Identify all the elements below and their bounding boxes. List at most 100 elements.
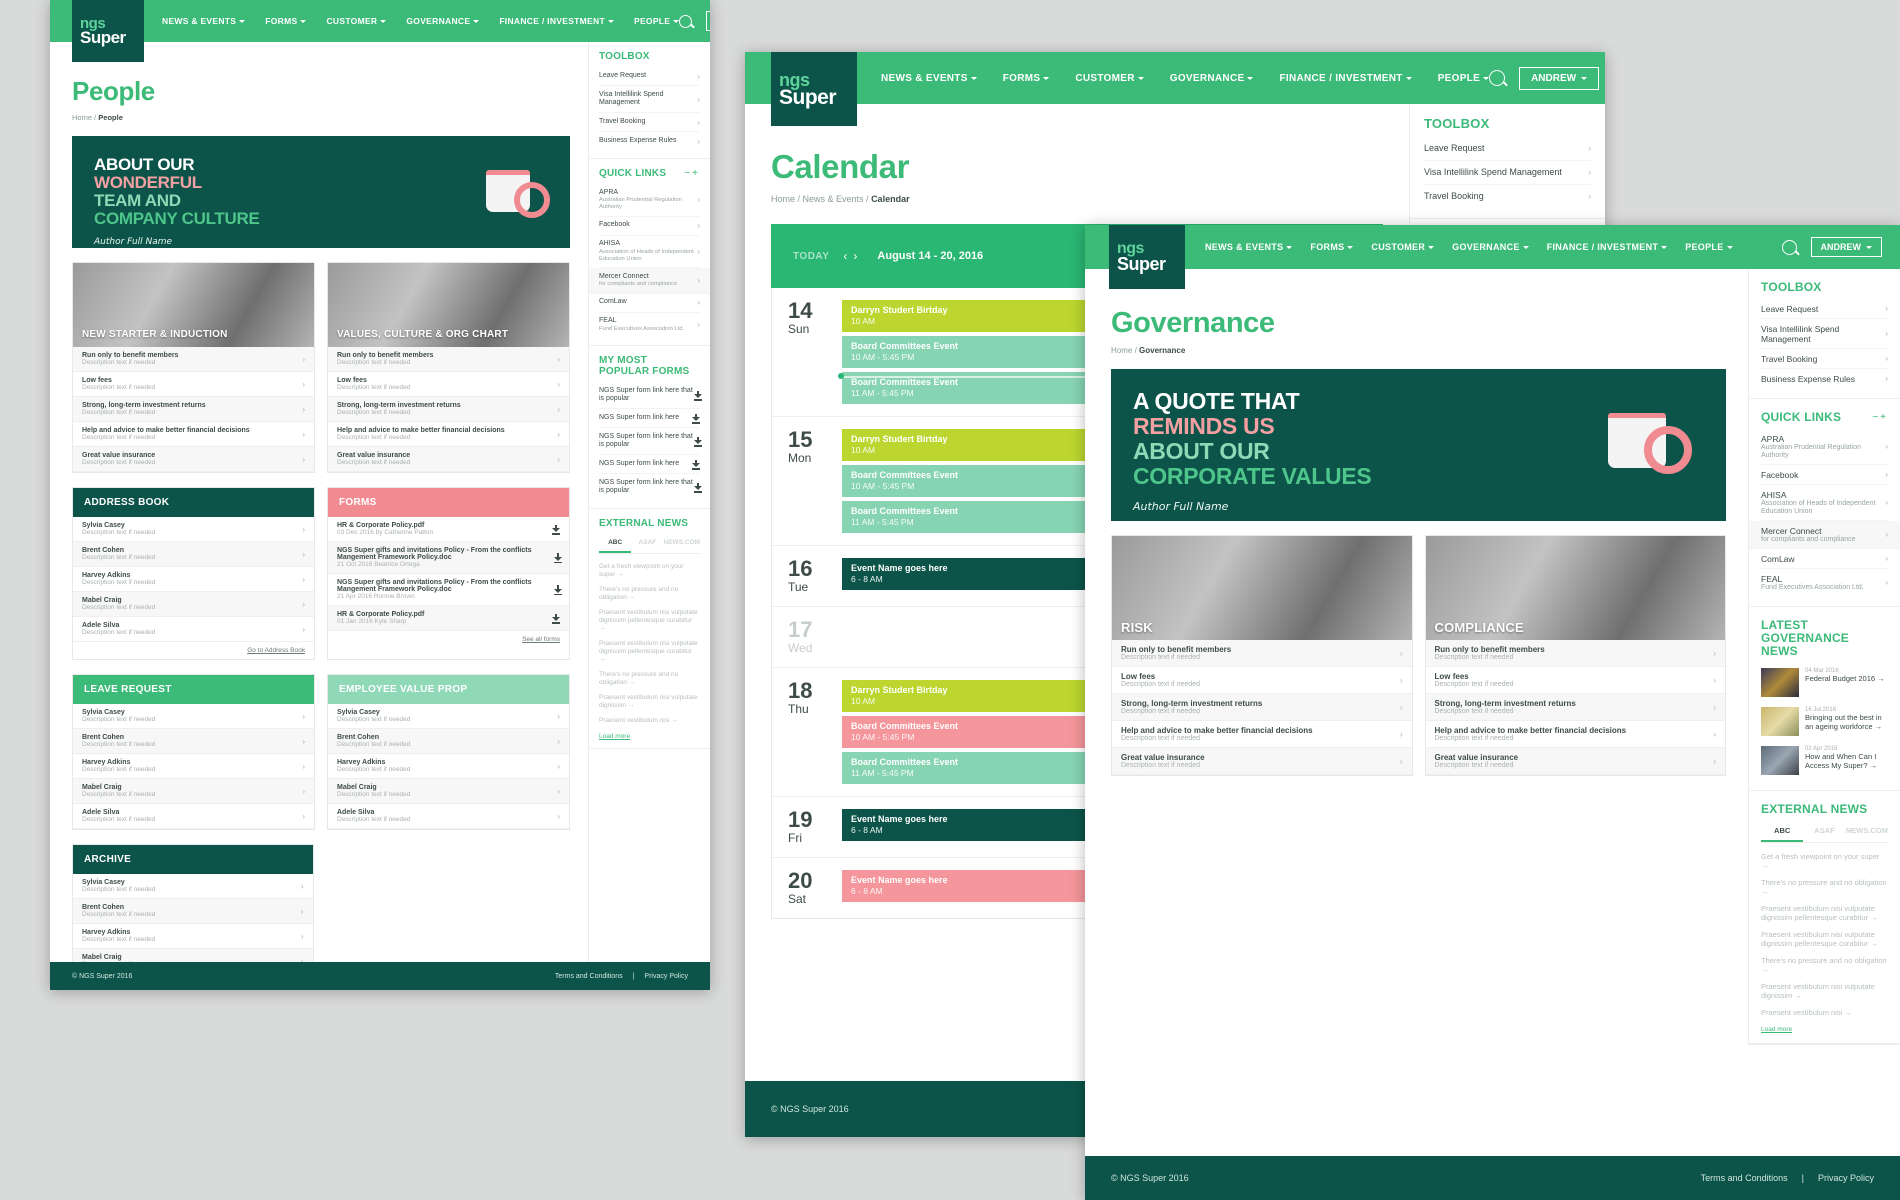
collapse-expand-controls[interactable]: −+ xyxy=(684,168,700,179)
sidebar-item-visa-intellilink[interactable]: Visa Intellilink Spend Management › xyxy=(1424,161,1591,185)
list-item[interactable]: HR & Corporate Policy.pdf 01 Jan 2016 Kyl… xyxy=(328,606,569,631)
footer-terms-link[interactable]: Terms and Conditions xyxy=(1701,1173,1788,1183)
sidebar-item-leave-request[interactable]: Leave Request › xyxy=(599,67,700,86)
search-icon[interactable] xyxy=(1489,70,1506,86)
news-link[interactable]: Get a fresh viewpoint on your super → xyxy=(1761,848,1888,874)
sidebar-item-leave-request[interactable]: Leave Request › xyxy=(1424,137,1591,161)
list-item[interactable]: Run only to benefit members Description t… xyxy=(1425,640,1725,667)
nav-item-customer[interactable]: CUSTOMER xyxy=(326,16,387,26)
list-item[interactable]: Brent Cohen Description text if needed › xyxy=(73,542,314,567)
sidebar-item-travel-booking[interactable]: Travel Booking › xyxy=(1424,185,1591,208)
download-icon[interactable] xyxy=(693,390,703,401)
plus-icon[interactable]: + xyxy=(692,168,700,179)
quicklink-comlaw[interactable]: ComLaw › xyxy=(1761,549,1888,569)
list-item[interactable]: Run only to benefit members Description t… xyxy=(1112,640,1412,667)
see-all-forms-link[interactable]: See all forms xyxy=(328,631,569,648)
minus-icon[interactable]: − xyxy=(1872,412,1880,423)
news-link[interactable]: Praesent vestibulum nisi vulputate digni… xyxy=(1761,926,1888,952)
footer-privacy-link[interactable]: Privacy Policy xyxy=(1818,1173,1874,1183)
news-link[interactable]: Praesent vestibulum nisi → xyxy=(1761,1004,1888,1021)
tab-newscom[interactable]: NEWS.COM xyxy=(1846,821,1888,842)
sidebar-item-visa-intellilink[interactable]: Visa Intellilink Spend Management › xyxy=(599,86,700,113)
list-item[interactable]: NGS Super gifts and invitations Policy -… xyxy=(328,574,569,606)
list-item[interactable]: Adele SilvaDescription text if needed › xyxy=(328,804,569,829)
quicklink-apra[interactable]: APRA Australian Prudential Regulation Aut… xyxy=(599,184,700,217)
download-icon[interactable] xyxy=(554,553,563,563)
news-link[interactable]: Praesent vestibulum nisi → xyxy=(599,713,700,728)
news-item[interactable]: 02 Apr 2016 How and When Can I Access My … xyxy=(1761,741,1888,780)
user-menu-button[interactable]: ANDREW xyxy=(1810,237,1882,257)
window-governance[interactable]: ngs Super NEWS & EVENTS FORMS CUSTOMER G… xyxy=(1085,225,1900,1200)
news-link[interactable]: Praesent vestibulum nisi vulputate digni… xyxy=(1761,978,1888,1004)
sidebar-item-business-expense-rules[interactable]: Business Expense Rules › xyxy=(1761,369,1888,388)
quicklink-apra[interactable]: APRA Australian Prudential Regulation Aut… xyxy=(1761,429,1888,465)
list-item[interactable]: Harvey Adkins Description text if needed › xyxy=(73,567,314,592)
logo-ngs-super[interactable]: ngs Super xyxy=(1109,225,1185,289)
nav-item-finance-investment[interactable]: FINANCE / INVESTMENT xyxy=(1547,242,1668,252)
list-item[interactable]: Help and advice to make better financial… xyxy=(1425,721,1725,748)
footer-privacy-link[interactable]: Privacy Policy xyxy=(644,973,688,980)
list-item[interactable]: HR & Corporate Policy.pdf 03 Dec 2016 by … xyxy=(328,517,569,542)
list-item[interactable]: Strong, long-term investment returns Desc… xyxy=(1425,694,1725,721)
list-item[interactable]: Brent Cohen Description text if needed › xyxy=(328,729,569,754)
quicklink-mercer-connect[interactable]: Mercer Connect for compliants and complia… xyxy=(1749,521,1900,549)
list-item[interactable]: Harvey Adkins Description text if needed › xyxy=(328,754,569,779)
list-item[interactable]: Low fees Description text if needed › xyxy=(1425,667,1725,694)
go-to-address-book-link[interactable]: Go to Address Book xyxy=(73,642,314,659)
nav-item-news-events[interactable]: NEWS & EVENTS xyxy=(1205,242,1293,252)
list-item[interactable]: Low fees Description text if needed › xyxy=(1112,667,1412,694)
nav-item-people[interactable]: PEOPLE xyxy=(1438,73,1490,84)
list-item[interactable]: Adele SilvaDescription text if needed › xyxy=(73,804,314,829)
news-link[interactable]: There's no pressure and no obligation → xyxy=(1761,952,1888,978)
logo-ngs-super[interactable]: ngs Super xyxy=(72,0,144,62)
list-item[interactable]: Great value insurance Description text if… xyxy=(1112,748,1412,775)
download-icon[interactable] xyxy=(552,613,560,624)
tab-abc[interactable]: ABC xyxy=(1761,821,1804,842)
popular-form-item[interactable]: NGS Super form link here that is popular xyxy=(599,382,703,409)
user-menu-button[interactable]: ANDREW xyxy=(1519,66,1600,90)
nav-item-forms[interactable]: FORMS xyxy=(1003,73,1050,84)
news-link[interactable]: There's no pressure and no obligation → xyxy=(1761,874,1888,900)
news-item[interactable]: 04 Mar 2016 Federal Budget 2016 → xyxy=(1761,663,1888,702)
download-icon[interactable] xyxy=(693,482,703,493)
list-item[interactable]: Harvey Adkins Description text if needed › xyxy=(73,924,313,949)
tab-abc[interactable]: ABC xyxy=(599,534,632,553)
nav-item-governance[interactable]: GOVERNANCE xyxy=(1170,73,1254,84)
download-icon[interactable] xyxy=(693,436,703,447)
download-icon[interactable] xyxy=(554,585,563,595)
list-item[interactable]: Adele SilvaDescription text if needed › xyxy=(73,617,314,642)
sidebar-item-travel-booking[interactable]: Travel Booking › xyxy=(599,113,700,132)
list-item[interactable]: Run only to benefit members Description t… xyxy=(328,347,569,372)
list-item[interactable]: Great value insurance Description text if… xyxy=(328,447,569,472)
nav-item-people[interactable]: PEOPLE xyxy=(1685,242,1733,252)
nav-item-finance-investment[interactable]: FINANCE / INVESTMENT xyxy=(1279,73,1412,84)
download-icon[interactable] xyxy=(692,413,700,424)
list-item[interactable]: Mabel CraigDescription text if needed › xyxy=(328,779,569,804)
list-item[interactable]: Sylvia Casey Description text if needed › xyxy=(73,517,314,542)
quicklink-facebook[interactable]: Facebook › xyxy=(599,217,700,236)
search-icon[interactable] xyxy=(1781,239,1797,255)
news-link[interactable]: Praesent vestibulum nisi vulputate digni… xyxy=(1761,900,1888,926)
nav-item-forms[interactable]: FORMS xyxy=(1310,242,1354,252)
prev-week-button[interactable]: ‹ xyxy=(843,249,853,263)
sidebar-item-business-expense-rules[interactable]: Business Expense Rules › xyxy=(599,132,700,150)
list-item[interactable]: Great value insurance Description text if… xyxy=(1425,748,1725,775)
list-item[interactable]: NGS Super gifts and invitations Policy -… xyxy=(328,542,569,574)
footer-terms-link[interactable]: Terms and Conditions xyxy=(555,973,623,980)
news-link[interactable]: There's no pressure and no obligation → xyxy=(599,582,700,605)
nav-item-governance[interactable]: GOVERNANCE xyxy=(406,16,480,26)
plus-icon[interactable]: + xyxy=(1880,412,1888,423)
list-item[interactable]: Help and advice to make better financial… xyxy=(1112,721,1412,748)
nav-item-customer[interactable]: CUSTOMER xyxy=(1075,73,1144,84)
list-item[interactable]: Help and advice to make better financial… xyxy=(328,422,569,447)
breadcrumb-home[interactable]: Home / News & Events / xyxy=(771,194,869,204)
nav-item-news-events[interactable]: NEWS & EVENTS xyxy=(162,16,246,26)
news-link[interactable]: Praesent vestibulum nisi vulputate digni… xyxy=(599,636,700,667)
news-link[interactable]: Get a fresh viewpoint on your super → xyxy=(599,559,700,582)
search-icon[interactable] xyxy=(679,14,693,28)
list-item[interactable]: Strong, long-term investment returns Desc… xyxy=(328,397,569,422)
today-button[interactable]: TODAY xyxy=(793,251,829,262)
sidebar-item-leave-request[interactable]: Leave Request › xyxy=(1761,299,1888,319)
minus-icon[interactable]: − xyxy=(684,168,692,179)
list-item[interactable]: Strong, long-term investment returns Desc… xyxy=(73,397,314,422)
